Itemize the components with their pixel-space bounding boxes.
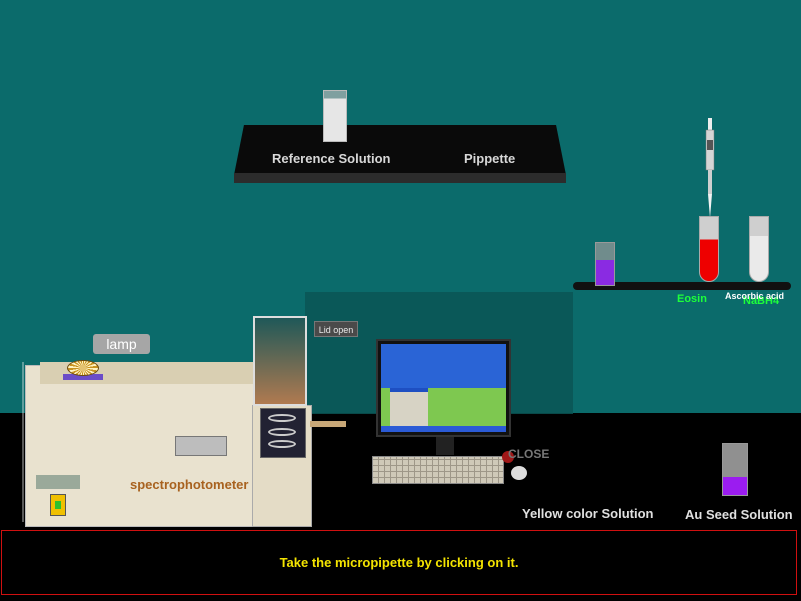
pipette-label: Pippette <box>464 151 516 166</box>
holder-ring <box>268 414 296 422</box>
close-button[interactable]: CLOSE <box>508 447 549 461</box>
top-shelf-edge <box>234 173 566 183</box>
holder-ring <box>268 428 296 436</box>
power-switch-icon[interactable] <box>50 494 66 516</box>
mouse-icon <box>511 466 527 480</box>
instrument-cable <box>310 421 346 427</box>
eosin-label: Eosin <box>677 293 707 305</box>
au-seed-solution-label: Au Seed Solution <box>685 507 793 522</box>
taskbar <box>381 426 506 432</box>
top-shelf <box>234 125 566 175</box>
instruction-text: Take the micropipette by clicking on it. <box>279 555 519 570</box>
spectrophotometer-label: spectrophotometer <box>130 477 249 492</box>
compartment-lid[interactable] <box>253 316 307 406</box>
reference-solution-label: Reference Solution <box>272 151 391 166</box>
eosin-tube-icon[interactable] <box>699 216 719 282</box>
au-seed-cuvette-icon[interactable] <box>722 443 748 496</box>
ascorbic-acid-label: Ascorbic acid <box>725 291 785 301</box>
instruction-box: Take the micropipette by clicking on it. <box>1 530 797 595</box>
spectrophotometer-display <box>175 436 227 456</box>
lamp-guide-line <box>22 362 24 522</box>
yellow-solution-label: Yellow color Solution <box>522 506 654 521</box>
monitor-stand <box>436 437 454 455</box>
ascorbic-acid-tube-icon[interactable] <box>749 216 769 282</box>
spectrophotometer-panel <box>36 475 80 489</box>
keyboard-icon <box>372 456 504 484</box>
micropipette-icon[interactable] <box>704 118 716 218</box>
lamp-tooltip: lamp <box>93 334 150 354</box>
reference-cuvette-icon[interactable] <box>323 90 347 142</box>
lamp-icon[interactable] <box>67 360 99 376</box>
purple-cuvette-icon[interactable] <box>595 242 615 286</box>
holder-ring <box>268 440 296 448</box>
lid-open-tooltip: Lid open <box>314 321 358 337</box>
